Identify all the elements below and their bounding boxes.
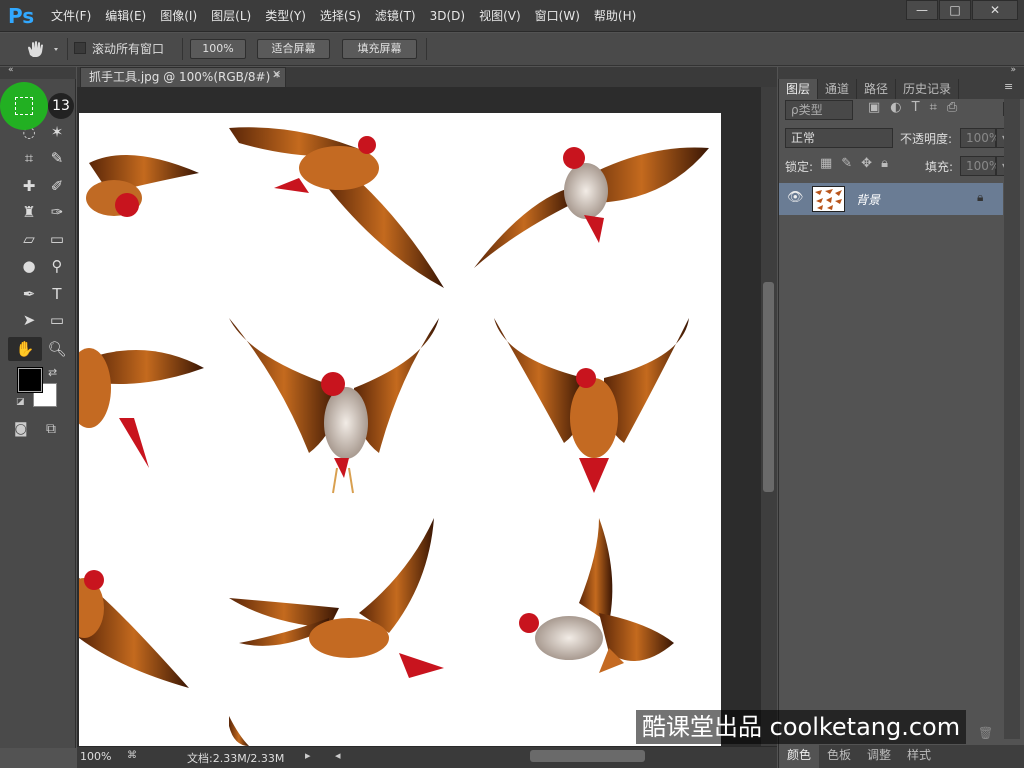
tab-history[interactable]: 历史记录 xyxy=(896,79,960,99)
layer-thumbnail xyxy=(812,186,845,212)
history-brush-tool-icon[interactable]: ✑ xyxy=(44,200,70,224)
fit-screen-button[interactable]: 适合屏幕 xyxy=(257,39,330,59)
maximize-button[interactable]: □ xyxy=(939,0,971,20)
zoom-level[interactable]: 100% xyxy=(80,750,111,763)
menubar: Ps 文件(F) 编辑(E) 图像(I) 图层(L) 类型(Y) 选择(S) 滤… xyxy=(0,0,1024,32)
watermark: 酷课堂出品 coolketang.com xyxy=(636,710,967,744)
scroll-left-icon[interactable]: ◂ xyxy=(335,749,341,762)
hand-tool-icon[interactable]: ✋ xyxy=(8,337,42,361)
minimize-button[interactable]: — xyxy=(906,0,938,20)
vertical-scroll-thumb[interactable] xyxy=(763,282,774,492)
birds-image xyxy=(79,127,709,746)
eraser-tool-icon[interactable]: ▱ xyxy=(16,227,42,251)
fill-label: 填充: xyxy=(925,160,954,174)
menu-window[interactable]: 窗口(W) xyxy=(528,0,587,32)
layer-filter-icons[interactable]: ▣◐T⌗⎙ xyxy=(868,100,998,120)
visibility-eye-icon[interactable]: 👁︎ xyxy=(787,190,804,205)
click-highlight xyxy=(0,82,48,130)
tab-adjustments[interactable]: 调整 xyxy=(859,745,899,768)
horizontal-scroll-thumb[interactable] xyxy=(530,750,645,762)
dodge-tool-icon[interactable]: ⚲ xyxy=(44,254,70,278)
menu-help[interactable]: 帮助(H) xyxy=(587,0,643,32)
divider xyxy=(182,38,183,60)
close-button[interactable]: ✕ xyxy=(972,0,1018,20)
fill-input[interactable]: 100% xyxy=(960,156,1000,176)
delete-layer-icon[interactable]: 🗑︎ xyxy=(978,726,993,740)
divider xyxy=(67,38,68,60)
close-tab-icon[interactable]: ✕ xyxy=(272,68,281,81)
tab-color[interactable]: 颜色 xyxy=(779,745,820,768)
layer-lock-icon: 🔒︎ xyxy=(977,190,984,204)
document-tab[interactable]: 抓手工具.jpg @ 100%(RGB/8#) * xyxy=(80,67,286,87)
status-menu-arrow-icon[interactable]: ▸ xyxy=(305,749,311,762)
magic-wand-tool-icon[interactable]: ✶ xyxy=(44,120,70,144)
foreground-color-swatch[interactable] xyxy=(17,367,43,393)
rectangle-tool-icon[interactable]: ▭ xyxy=(44,308,70,332)
menu-view[interactable]: 视图(V) xyxy=(472,0,528,32)
menu-type[interactable]: 类型(Y) xyxy=(258,0,313,32)
blend-mode-select[interactable]: 正常 xyxy=(785,128,893,148)
doc-info-icon[interactable]: ⌘ xyxy=(127,750,137,761)
healing-brush-tool-icon[interactable]: ✚ xyxy=(16,174,42,198)
gradient-tool-icon[interactable]: ▭ xyxy=(44,227,70,251)
color-panel-tabs: 颜色 色板 调整 样式 xyxy=(779,745,1024,768)
menu-select[interactable]: 选择(S) xyxy=(313,0,368,32)
menu-image[interactable]: 图像(I) xyxy=(153,0,204,32)
menu-list: 文件(F) 编辑(E) 图像(I) 图层(L) 类型(Y) 选择(S) 滤镜(T… xyxy=(44,0,643,32)
crop-tool-icon[interactable]: ⌗ xyxy=(16,146,42,170)
tab-swatches[interactable]: 色板 xyxy=(819,745,859,768)
menu-filter[interactable]: 滤镜(T) xyxy=(368,0,423,32)
type-tool-icon[interactable]: T xyxy=(44,282,70,306)
document-size: 文档:2.33M/2.33M xyxy=(187,752,285,765)
panel-header[interactable]: » xyxy=(778,65,1024,79)
default-colors-icon[interactable]: ◪ xyxy=(16,397,25,407)
menu-3d[interactable]: 3D(D) xyxy=(423,0,472,32)
window-controls: — □ ✕ xyxy=(905,0,1018,20)
hand-icon xyxy=(28,41,58,57)
panel-menu-icon[interactable]: ≡ xyxy=(1004,80,1013,93)
layer-name[interactable]: 背景 xyxy=(856,191,880,208)
fill-screen-button[interactable]: 填充屏幕 xyxy=(342,39,417,59)
eyedropper-tool-icon[interactable]: ✎ xyxy=(44,146,70,170)
lock-icons[interactable]: ▦✎✥🔒︎ xyxy=(820,156,897,171)
menu-layer[interactable]: 图层(L) xyxy=(204,0,258,32)
swap-colors-icon[interactable]: ⇄ xyxy=(48,366,57,379)
scroll-all-windows-checkbox[interactable] xyxy=(74,42,86,54)
lock-label: 锁定: xyxy=(785,160,814,174)
opacity-label: 不透明度: xyxy=(900,132,953,146)
tab-styles[interactable]: 样式 xyxy=(899,745,939,768)
blur-tool-icon[interactable]: ● xyxy=(16,254,42,278)
clone-stamp-tool-icon[interactable]: ♜ xyxy=(16,200,42,224)
pen-tool-icon[interactable]: ✒ xyxy=(16,282,42,306)
zoom-100-button[interactable]: 100% xyxy=(190,39,246,59)
photoshop-logo: Ps xyxy=(8,4,35,28)
panel-scrollbar[interactable] xyxy=(1004,99,1020,739)
toolbox-header[interactable]: « xyxy=(0,65,76,79)
tab-channels[interactable]: 通道 xyxy=(818,79,858,99)
rectangular-marquee-icon[interactable] xyxy=(15,97,33,115)
opacity-input[interactable]: 100% xyxy=(960,128,1000,148)
divider xyxy=(426,38,427,60)
scroll-all-windows-label: 滚动所有窗口 xyxy=(92,42,165,56)
panel-tabs: 图层 通道 路径 历史记录 xyxy=(779,79,1024,99)
tab-paths[interactable]: 路径 xyxy=(857,79,897,99)
tab-layers[interactable]: 图层 xyxy=(779,79,819,99)
screen-mode-icon[interactable]: ⧉ xyxy=(46,421,56,437)
image-canvas[interactable] xyxy=(79,113,721,746)
menu-file[interactable]: 文件(F) xyxy=(44,0,98,32)
zoom-tool-icon[interactable]: 🔍︎ xyxy=(44,337,70,361)
brush-tool-icon[interactable]: ✐ xyxy=(44,174,70,198)
step-number-badge: 13 xyxy=(48,93,74,119)
path-selection-tool-icon[interactable]: ➤ xyxy=(16,308,42,332)
layer-filter-select[interactable]: ρ类型 xyxy=(785,100,853,120)
tool-preset-picker[interactable] xyxy=(24,39,62,59)
menu-edit[interactable]: 编辑(E) xyxy=(98,0,153,32)
quick-mask-icon[interactable]: ◙ xyxy=(14,421,28,437)
status-bar: 100% ⌘ 文档:2.33M/2.33M ▸ ◂ xyxy=(77,746,777,768)
